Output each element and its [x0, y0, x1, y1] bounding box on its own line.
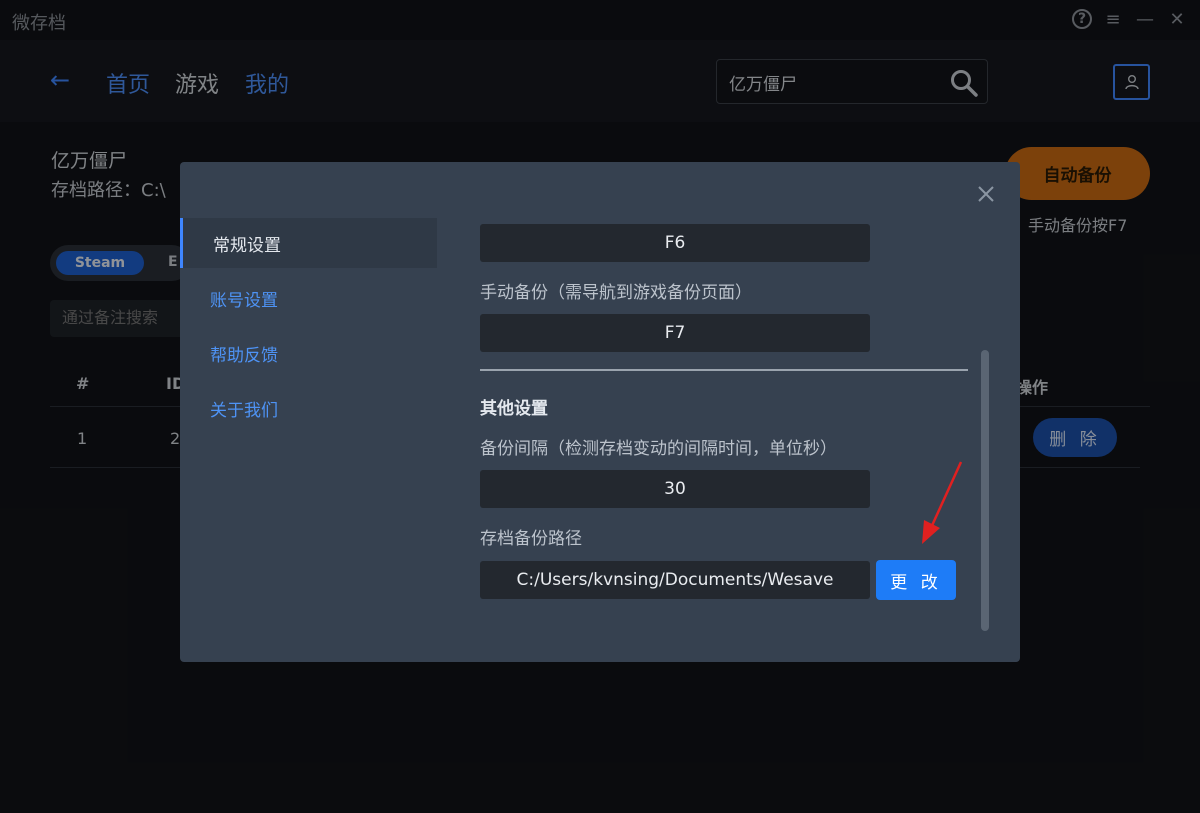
section-divider — [480, 369, 968, 371]
change-path-button[interactable]: 更 改 — [876, 560, 956, 600]
sidebar-item-about[interactable]: 关于我们 — [180, 383, 437, 433]
interval-label: 备份间隔（检测存档变动的间隔时间，单位秒） — [480, 439, 837, 459]
sidebar-item-general[interactable]: 常规设置 — [180, 218, 437, 268]
settings-modal: 常规设置 账号设置 帮助反馈 关于我们 F6 手动备份（需导航到游戏备份页面） … — [180, 162, 1020, 662]
other-settings-title: 其他设置 — [480, 399, 548, 419]
manual-backup-label: 手动备份（需导航到游戏备份页面） — [480, 283, 752, 303]
backup-path-field[interactable]: C:/Users/kvnsing/Documents/Wesave — [480, 561, 870, 599]
interval-field[interactable]: 30 — [480, 470, 870, 508]
manual-backup-hotkey-field[interactable]: F7 — [480, 314, 870, 352]
close-icon[interactable] — [976, 184, 996, 204]
sidebar-item-account[interactable]: 账号设置 — [180, 273, 437, 323]
scrollbar[interactable] — [981, 350, 989, 631]
sidebar-item-feedback[interactable]: 帮助反馈 — [180, 328, 437, 378]
backup-path-label: 存档备份路径 — [480, 529, 582, 549]
settings-sidebar: 常规设置 账号设置 帮助反馈 关于我们 — [180, 218, 437, 438]
auto-backup-hotkey-field[interactable]: F6 — [480, 224, 870, 262]
